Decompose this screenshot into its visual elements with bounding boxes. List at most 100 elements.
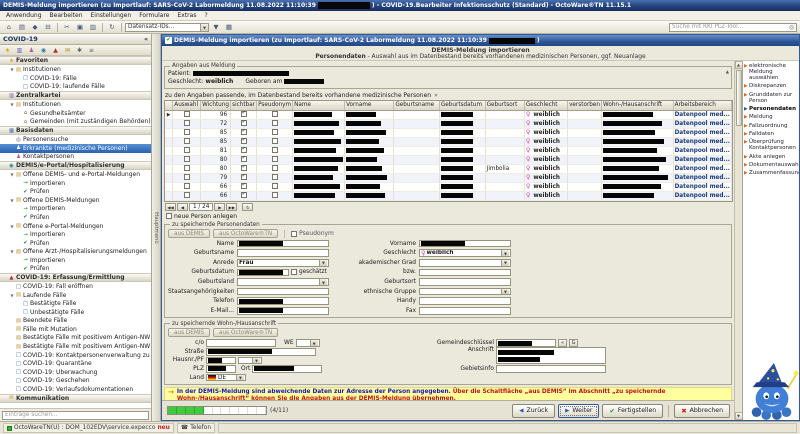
zip-input[interactable]	[206, 365, 236, 373]
row-select-checkbox[interactable]	[184, 111, 190, 117]
field-fax[interactable]	[419, 307, 511, 315]
collapse-sidebar-icon[interactable]: «	[144, 36, 148, 43]
first-page-button[interactable]: ◀◀	[165, 203, 176, 211]
card-icon[interactable]: ▥	[14, 46, 25, 55]
sidebar-item-f-lle-mit-mutation[interactable]: ▤Fälle mit Mutation	[0, 325, 151, 334]
dropdown-arrow-icon[interactable]: ▼	[200, 24, 208, 31]
sidebar-item-gemeinden-mit-zust-ndigen-beh-rden[interactable]: ⌂Gemeinden (mit zuständigen Behörden)	[0, 118, 151, 127]
visible-checkbox[interactable]	[241, 183, 247, 189]
column-name[interactable]: Name	[293, 101, 345, 110]
sidebar-section-covid-19-erfassung-ermittlung[interactable]: ▲COVID-19: Erfassung/Ermittlung	[0, 273, 151, 282]
sidebar-item-covid-19-berwachung[interactable]: □COVID-19: Überwachung	[0, 368, 151, 377]
column-verstorben[interactable]: verstorben	[568, 101, 602, 110]
pseudonym-checkbox[interactable]	[272, 111, 278, 117]
pseudonym-checkbox[interactable]	[272, 147, 278, 153]
list-icon[interactable]: ≡	[86, 46, 97, 55]
row-select-checkbox[interactable]	[184, 147, 190, 153]
column-geschlecht[interactable]: Geschlecht	[524, 101, 567, 110]
field-geburtsdatum[interactable]	[237, 269, 289, 277]
country-combo[interactable]: DE ▼	[206, 374, 246, 382]
row-select-checkbox[interactable]	[184, 138, 190, 144]
save-icon[interactable]: ◆	[29, 22, 41, 33]
sidebar-section-demis-e-portal-hospitalisierung[interactable]: ◉DEMIS/e-Portal/Hospitalisierung	[0, 161, 151, 170]
field-name[interactable]	[237, 240, 329, 248]
sidebar-item-pr-fen[interactable]: ✔Prüfen	[0, 239, 151, 248]
paste-icon[interactable]: ▥	[87, 22, 99, 33]
sidebar-item-laufende-f-lle[interactable]: ▼▤Laufende Fälle	[0, 291, 151, 300]
column-wichtung[interactable]: Wichtung	[201, 101, 231, 110]
cancel-button[interactable]: ✖ Abbrechen	[674, 404, 730, 418]
municipality-key-input[interactable]	[496, 339, 556, 347]
field-staatsangeh-rigkeiten[interactable]	[237, 288, 329, 296]
sidebar-search-box[interactable]	[2, 411, 149, 420]
pseudonym-checkbox[interactable]	[291, 231, 297, 237]
column-geburtsname[interactable]: Geburtsname	[394, 101, 440, 110]
pseudonym-checkbox[interactable]	[272, 138, 278, 144]
sidebar-item-pr-fen[interactable]: ✔Prüfen	[0, 213, 151, 222]
person-from-octoware-button[interactable]: aus OctoWare®TN	[213, 229, 278, 238]
dataset-id-combobox[interactable]: Datensatz-IDs... ▼	[125, 23, 209, 32]
street-input[interactable]	[206, 348, 316, 356]
visible-checkbox[interactable]	[241, 156, 247, 162]
sidebar-item-covid-19-fall-er-ffnen[interactable]: □COVID-19: Fall eröffnen	[0, 282, 151, 291]
match-table-row[interactable]: 66♀ weiblichDatenpool med...	[165, 191, 732, 200]
pseudonym-checkbox[interactable]	[272, 156, 278, 162]
filter-icon[interactable]: ▼	[210, 22, 222, 33]
back-button[interactable]: ◀ Zurück	[512, 404, 555, 418]
municipality-back-button[interactable]: «	[558, 339, 567, 347]
wizard-step-personendaten[interactable]: ▶Personendaten	[744, 106, 798, 114]
dropdown-arrow-icon[interactable]: ▼	[501, 250, 509, 256]
sidebar-section-favoriten[interactable]: ★Favoriten	[0, 56, 151, 65]
pseudonym-checkbox[interactable]	[272, 120, 278, 126]
sidebar-section-basisdaten[interactable]: ▦Basisdaten	[0, 126, 151, 135]
pseudonym-checkbox[interactable]	[272, 165, 278, 171]
visible-checkbox[interactable]	[241, 129, 247, 135]
sidebar-item-pr-fen[interactable]: ✔Prüfen	[0, 265, 151, 274]
print-icon[interactable]: ⊟	[42, 22, 54, 33]
pseudonym-checkbox[interactable]	[272, 174, 278, 180]
visible-checkbox[interactable]	[241, 147, 247, 153]
sidebar-item-importieren[interactable]: →Importieren	[0, 230, 151, 239]
field-geschlecht[interactable]: ♀weiblich▼	[419, 249, 511, 257]
row-select-checkbox[interactable]	[184, 192, 190, 198]
pseudonym-checkbox[interactable]	[272, 192, 278, 198]
refresh-icon[interactable]: ↻	[106, 22, 118, 33]
visible-checkbox[interactable]	[241, 165, 247, 171]
visible-checkbox[interactable]	[241, 138, 247, 144]
sidebar-item-gesundheits-mter[interactable]: ⌂Gesundheitsämter	[0, 109, 151, 118]
column-auswahl[interactable]: Auswahl	[173, 101, 201, 110]
next-page-button[interactable]: ▶	[214, 203, 225, 211]
housenumber-input[interactable]	[206, 357, 236, 365]
municipality-lookup-button[interactable]: G	[569, 339, 578, 347]
visible-checkbox[interactable]	[241, 174, 247, 180]
match-table-row[interactable]: 80♀ weiblichDatenpool med...	[165, 155, 732, 164]
row-select-checkbox[interactable]	[184, 156, 190, 162]
wizard-step-grunddaten-zur-person[interactable]: ▶Grunddaten zur Person	[744, 92, 798, 106]
sidebar-item-covid-19-geschehen[interactable]: □COVID-19: Geschehen	[0, 376, 151, 385]
sidebar-item-offene-demis-und-e-portal-meldungen[interactable]: ▼▤Offene DEMIS- und e-Portal-Meldungen	[0, 170, 151, 179]
dropdown-arrow-icon[interactable]: ▼	[252, 358, 260, 364]
sidebar-item-importieren[interactable]: →Importieren	[0, 256, 151, 265]
housenumber-combo[interactable]: ▼	[238, 357, 262, 365]
wizard-step-diskrepanzen[interactable]: ▶Diskrepanzen	[744, 83, 798, 91]
visible-checkbox[interactable]	[241, 111, 247, 117]
scrollbar-thumb[interactable]	[736, 70, 742, 126]
new-person-checkbox[interactable]	[166, 213, 172, 219]
sidebar-item-pr-fen[interactable]: ✔Prüfen	[0, 188, 151, 197]
menu-item-formulare[interactable]: Formulare	[135, 11, 173, 20]
address-from-octoware-button[interactable]: aus OctoWare®TN	[213, 328, 278, 337]
sidebar-item-kontaktpersonen[interactable]: ♟Kontaktpersonen	[0, 153, 151, 162]
sidebar-item-institutionen[interactable]: ▼▤Institutionen	[0, 100, 151, 109]
address-from-demis-button[interactable]: aus DEMIS	[168, 328, 210, 337]
columns-icon[interactable]: ▦	[223, 22, 235, 33]
globe-icon[interactable]: ◉	[38, 46, 49, 55]
sidebar-section-kommunikation[interactable]: ✉Kommunikation	[0, 394, 151, 403]
column-vorname[interactable]: Vorname	[345, 101, 394, 110]
menu-item-einstellungen[interactable]: Einstellungen	[87, 11, 136, 20]
column-sichtbar[interactable]: sichtbar	[231, 101, 257, 110]
wizard-step-fallzuordnung[interactable]: ▶Fallzuordnung	[744, 122, 798, 130]
pseudonym-checkbox[interactable]	[272, 129, 278, 135]
sidebar-item-covid-19-f-lle[interactable]: □COVID-19: Fälle	[0, 74, 151, 83]
menu-item-x[interactable]: ?	[200, 11, 211, 20]
visible-checkbox[interactable]	[241, 120, 247, 126]
